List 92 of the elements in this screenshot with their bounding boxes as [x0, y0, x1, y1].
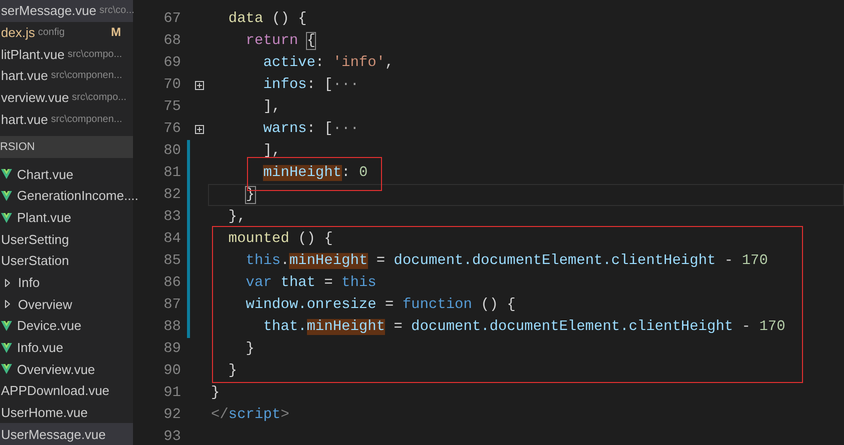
open-editor-item[interactable]: litPlant.vue src\compo... [0, 43, 133, 65]
line-number: 68 [162, 33, 181, 49]
expand-caret-icon [5, 278, 10, 287]
code-line: }, [227, 209, 246, 225]
file-name: APPDownload.vue [1, 383, 110, 398]
line-number: 92 [162, 407, 181, 423]
tree-item[interactable]: Overview.vue [0, 358, 133, 380]
tree-item[interactable]: UserMessage.vue [0, 423, 133, 445]
file-name: Info.vue [17, 340, 64, 356]
open-editor-item[interactable]: serMessage.vue src\co... [0, 0, 133, 22]
code-line: active: 'info', [262, 55, 394, 71]
code-line: window.onresize = function () { [244, 297, 516, 313]
tree-item[interactable]: UserStation [0, 250, 133, 272]
open-editor-item[interactable]: dex.js config M [0, 22, 133, 44]
open-editor-item[interactable]: hart.vue src\componen... [0, 108, 133, 130]
tree-item[interactable]: Overview [0, 293, 133, 316]
line-number: 90 [162, 363, 181, 379]
line-number: 81 [162, 165, 181, 181]
code-line: } [244, 341, 255, 357]
line-number: 80 [162, 143, 181, 159]
file-name: Chart.vue [17, 166, 74, 182]
code-line: warns: [··· [262, 121, 359, 137]
file-path: src\compo... [72, 92, 126, 103]
tree-item[interactable]: Info [0, 272, 133, 294]
code-line: mounted () { [227, 231, 333, 247]
tree-item[interactable]: UserSetting [0, 228, 133, 250]
line-number: 84 [162, 231, 181, 247]
file-path: src\compo... [68, 48, 122, 60]
line-number: 93 [162, 429, 181, 445]
line-number: 91 [162, 385, 181, 401]
file-name: Overview.vue [17, 362, 96, 377]
line-number: 75 [162, 99, 181, 115]
file-name: hart.vue [1, 112, 48, 127]
expand-fold-icon[interactable] [194, 80, 204, 90]
tree-item[interactable]: UserHome.vue [0, 402, 133, 424]
line-number: 76 [162, 121, 181, 137]
code-line: ], [262, 143, 281, 159]
vue-file-icon [1, 342, 12, 353]
file-name: UserStation [1, 253, 69, 268]
open-editor-item[interactable]: hart.vue src\componen... [0, 64, 133, 87]
open-editor-item[interactable]: verview.vue src\compo... [0, 86, 133, 108]
code-line: this.minHeight = document.documentElement.clientHeight - 170 [244, 253, 768, 269]
line-number: 70 [162, 77, 181, 93]
line-number: 88 [162, 319, 181, 335]
line-number: 69 [162, 55, 181, 71]
file-path: src\componen... [50, 114, 122, 125]
file-name: verview.vue [1, 90, 69, 105]
tree-item[interactable]: Plant.vue [0, 206, 133, 228]
line-number: 87 [162, 297, 181, 313]
tree-item[interactable]: Info.vue [0, 336, 133, 358]
code-line: } [211, 385, 220, 401]
line-number: 89 [162, 341, 181, 357]
code-line: ], [262, 99, 281, 115]
vue-file-icon [1, 169, 12, 180]
vue-file-icon [1, 320, 12, 331]
expand-caret-icon [5, 300, 10, 308]
line-number: 85 [162, 253, 181, 269]
vue-file-icon [1, 212, 12, 223]
file-name: dex.js [1, 24, 35, 40]
file-path: src\componen... [50, 70, 122, 82]
line-number: 83 [162, 209, 181, 225]
expand-fold-icon[interactable] [194, 124, 204, 134]
code-line: return { [244, 33, 316, 49]
file-name: litPlant.vue [1, 46, 65, 62]
section-header[interactable]: RSION [0, 136, 133, 158]
code-line: } [227, 363, 238, 379]
file-name: serMessage.vue [1, 3, 96, 18]
code-line: infos: [··· [262, 77, 359, 93]
file-name: UserMessage.vue [1, 426, 106, 442]
git-status-label: M [111, 25, 121, 40]
code-line: var that = this [244, 275, 376, 291]
file-name: hart.vue [1, 68, 48, 84]
code-line: </script> [211, 407, 290, 423]
file-name: UserHome.vue [1, 405, 88, 420]
code-line: data () { [227, 11, 307, 27]
file-name: Plant.vue [17, 210, 72, 226]
file-name: Overview [18, 296, 72, 312]
code-line: that.minHeight = document.documentElement.clientHeight - 170 [262, 319, 786, 335]
tree-item[interactable]: Device.vue [0, 315, 133, 337]
file-path: config [38, 26, 65, 38]
line-number: 67 [162, 11, 181, 27]
code-line: minHeight: 0 [262, 165, 368, 181]
vue-file-icon [1, 190, 12, 201]
file-name: Info [18, 275, 40, 290]
vue-file-icon [1, 364, 12, 374]
file-path: src\co... [99, 5, 134, 16]
file-name: Device.vue [17, 318, 82, 334]
tree-item[interactable]: APPDownload.vue [0, 380, 133, 402]
file-name: UserSetting [1, 232, 69, 247]
file-name: GenerationIncome.... [17, 188, 138, 204]
tree-item[interactable]: Chart.vue [0, 164, 133, 186]
line-number: 86 [162, 275, 181, 291]
